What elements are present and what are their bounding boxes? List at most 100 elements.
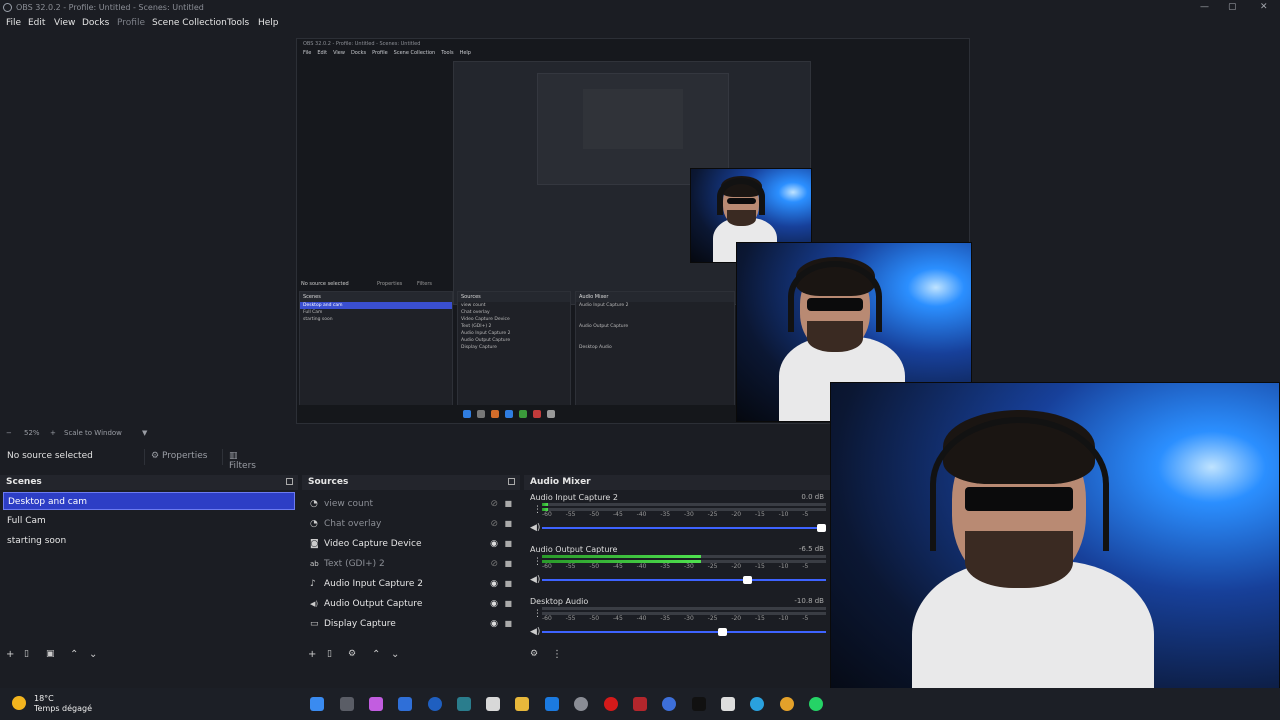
eye-icon[interactable]: ◉ bbox=[490, 619, 498, 629]
source-item[interactable]: ◔ Chat overlay ⊘ ■ bbox=[302, 514, 520, 534]
popout-icon[interactable] bbox=[508, 478, 515, 485]
eye-hidden-icon[interactable]: ⊘ bbox=[490, 519, 498, 529]
volume-icon[interactable]: ◀) bbox=[530, 575, 540, 585]
scenes-title: Scenes bbox=[6, 477, 42, 487]
eye-icon[interactable]: ◉ bbox=[490, 579, 498, 589]
db-tick-label: -45 bbox=[613, 615, 623, 622]
tiktok-icon[interactable] bbox=[692, 697, 706, 711]
lock-icon[interactable]: ■ bbox=[504, 499, 512, 508]
mixer-settings-button[interactable]: ⚙ bbox=[530, 649, 538, 659]
menu-scene-collection[interactable]: Scene Collection bbox=[152, 18, 227, 28]
obs-icon[interactable] bbox=[662, 697, 676, 711]
eye-hidden-icon[interactable]: ⊘ bbox=[490, 559, 498, 569]
mixer-more-button[interactable]: ⋮ bbox=[552, 649, 562, 660]
source-item[interactable]: ◀) Audio Output Capture ◉ ■ bbox=[302, 594, 520, 614]
mixer-header: Audio Mixer bbox=[524, 475, 830, 490]
menu-file[interactable]: File bbox=[6, 18, 21, 28]
channel-menu-icon[interactable]: ⋮ bbox=[533, 505, 542, 515]
volume-icon[interactable]: ◀) bbox=[530, 627, 540, 637]
eye-icon[interactable]: ◉ bbox=[490, 539, 498, 549]
properties-button[interactable]: ⚙ Properties bbox=[144, 449, 218, 465]
telegram-icon[interactable] bbox=[750, 697, 764, 711]
move-scene-up-button[interactable]: ⌃ bbox=[70, 649, 78, 660]
copilot-icon[interactable] bbox=[369, 697, 383, 711]
lock-icon[interactable]: ■ bbox=[504, 519, 512, 528]
db-tick-label: -50 bbox=[589, 615, 600, 622]
level-meter bbox=[542, 607, 826, 610]
scene-item[interactable]: starting soon bbox=[3, 532, 295, 550]
menu-profile[interactable]: Profile bbox=[117, 18, 145, 28]
volume-icon[interactable]: ◀) bbox=[530, 523, 540, 533]
channel-db: -10.8 dB bbox=[794, 597, 824, 605]
source-item[interactable]: ab Text (GDI+) 2 ⊘ ■ bbox=[302, 554, 520, 574]
source-item[interactable]: ◔ view count ⊘ ■ bbox=[302, 494, 520, 514]
app-icon[interactable] bbox=[398, 697, 412, 711]
opera-icon[interactable] bbox=[604, 697, 618, 711]
app-icon[interactable] bbox=[633, 697, 647, 711]
whatsapp-icon[interactable] bbox=[809, 697, 823, 711]
db-tick-label: -35 bbox=[660, 615, 671, 622]
lock-icon[interactable]: ■ bbox=[504, 579, 512, 588]
db-tick-label: -50 bbox=[589, 563, 600, 570]
menu-docks[interactable]: Docks bbox=[82, 18, 109, 28]
zoom-out-button[interactable]: − bbox=[6, 429, 12, 437]
move-scene-down-button[interactable]: ⌄ bbox=[89, 649, 97, 660]
popout-icon[interactable] bbox=[286, 478, 293, 485]
source-item[interactable]: ◙ Video Capture Device ◉ ■ bbox=[302, 534, 520, 554]
remove-scene-button[interactable]: ▯ bbox=[24, 649, 29, 659]
lock-icon[interactable]: ■ bbox=[504, 599, 512, 608]
close-button[interactable]: ✕ bbox=[1260, 2, 1268, 12]
add-source-button[interactable]: + bbox=[308, 649, 316, 660]
source-item[interactable]: ▭ Display Capture ◉ ■ bbox=[302, 614, 520, 634]
move-source-up-button[interactable]: ⌃ bbox=[372, 649, 380, 660]
app-icon[interactable] bbox=[721, 697, 735, 711]
volume-slider[interactable] bbox=[542, 628, 826, 636]
edge-icon[interactable] bbox=[545, 697, 559, 711]
scene-item[interactable]: Desktop and cam bbox=[3, 492, 295, 510]
volume-slider-knob[interactable] bbox=[717, 628, 727, 636]
db-tick-label: -5 bbox=[802, 615, 809, 622]
camera-icon: ◙ bbox=[310, 539, 319, 549]
remove-source-button[interactable]: ▯ bbox=[327, 649, 332, 659]
filters-button[interactable]: ▥ Filters bbox=[222, 449, 272, 471]
mail-icon[interactable] bbox=[486, 697, 500, 711]
app-icon[interactable] bbox=[428, 697, 442, 711]
chrome-icon[interactable] bbox=[780, 697, 794, 711]
db-tick-label: -15 bbox=[755, 563, 765, 570]
weather-icon[interactable] bbox=[12, 696, 26, 710]
scene-item[interactable]: Full Cam bbox=[3, 512, 295, 530]
volume-slider-knob[interactable] bbox=[817, 524, 826, 532]
source-item[interactable]: ♪ Audio Input Capture 2 ◉ ■ bbox=[302, 574, 520, 594]
app-icon[interactable] bbox=[457, 697, 471, 711]
menu-view[interactable]: View bbox=[54, 18, 75, 28]
menu-help[interactable]: Help bbox=[258, 18, 279, 28]
chevron-down-icon[interactable]: ▼ bbox=[142, 429, 147, 437]
settings-icon[interactable] bbox=[574, 697, 588, 711]
db-tick-label: -10 bbox=[778, 511, 789, 518]
db-tick-label: -45 bbox=[613, 563, 623, 570]
scene-filters-button[interactable]: ▣ bbox=[46, 649, 55, 659]
file-explorer-icon[interactable] bbox=[515, 697, 529, 711]
eye-hidden-icon[interactable]: ⊘ bbox=[490, 499, 498, 509]
eye-icon[interactable]: ◉ bbox=[490, 599, 498, 609]
channel-menu-icon[interactable]: ⋮ bbox=[533, 609, 542, 619]
lock-icon[interactable]: ■ bbox=[504, 619, 512, 628]
source-properties-button[interactable]: ⚙ bbox=[348, 649, 356, 659]
move-source-down-button[interactable]: ⌄ bbox=[391, 649, 399, 660]
menu-tools[interactable]: Tools bbox=[227, 18, 249, 28]
channel-menu-icon[interactable]: ⋮ bbox=[533, 557, 542, 567]
add-scene-button[interactable]: + bbox=[6, 649, 14, 660]
minimize-button[interactable]: — bbox=[1200, 2, 1209, 12]
volume-slider[interactable] bbox=[542, 524, 826, 532]
lock-icon[interactable]: ■ bbox=[504, 559, 512, 568]
task-view-icon[interactable] bbox=[340, 697, 354, 711]
db-scale: -60 -55 -50 -45 -40 -35 -30 -25 -20 -15 -10 -5 bbox=[542, 511, 826, 519]
volume-slider[interactable] bbox=[542, 576, 826, 584]
menu-edit[interactable]: Edit bbox=[28, 18, 45, 28]
volume-slider-knob[interactable] bbox=[743, 576, 753, 584]
lock-icon[interactable]: ■ bbox=[504, 539, 512, 548]
maximize-button[interactable]: ▢ bbox=[1228, 2, 1237, 12]
scale-mode-select[interactable]: Scale to Window bbox=[64, 429, 122, 437]
zoom-in-button[interactable]: + bbox=[50, 429, 56, 437]
start-menu-icon[interactable] bbox=[310, 697, 324, 711]
